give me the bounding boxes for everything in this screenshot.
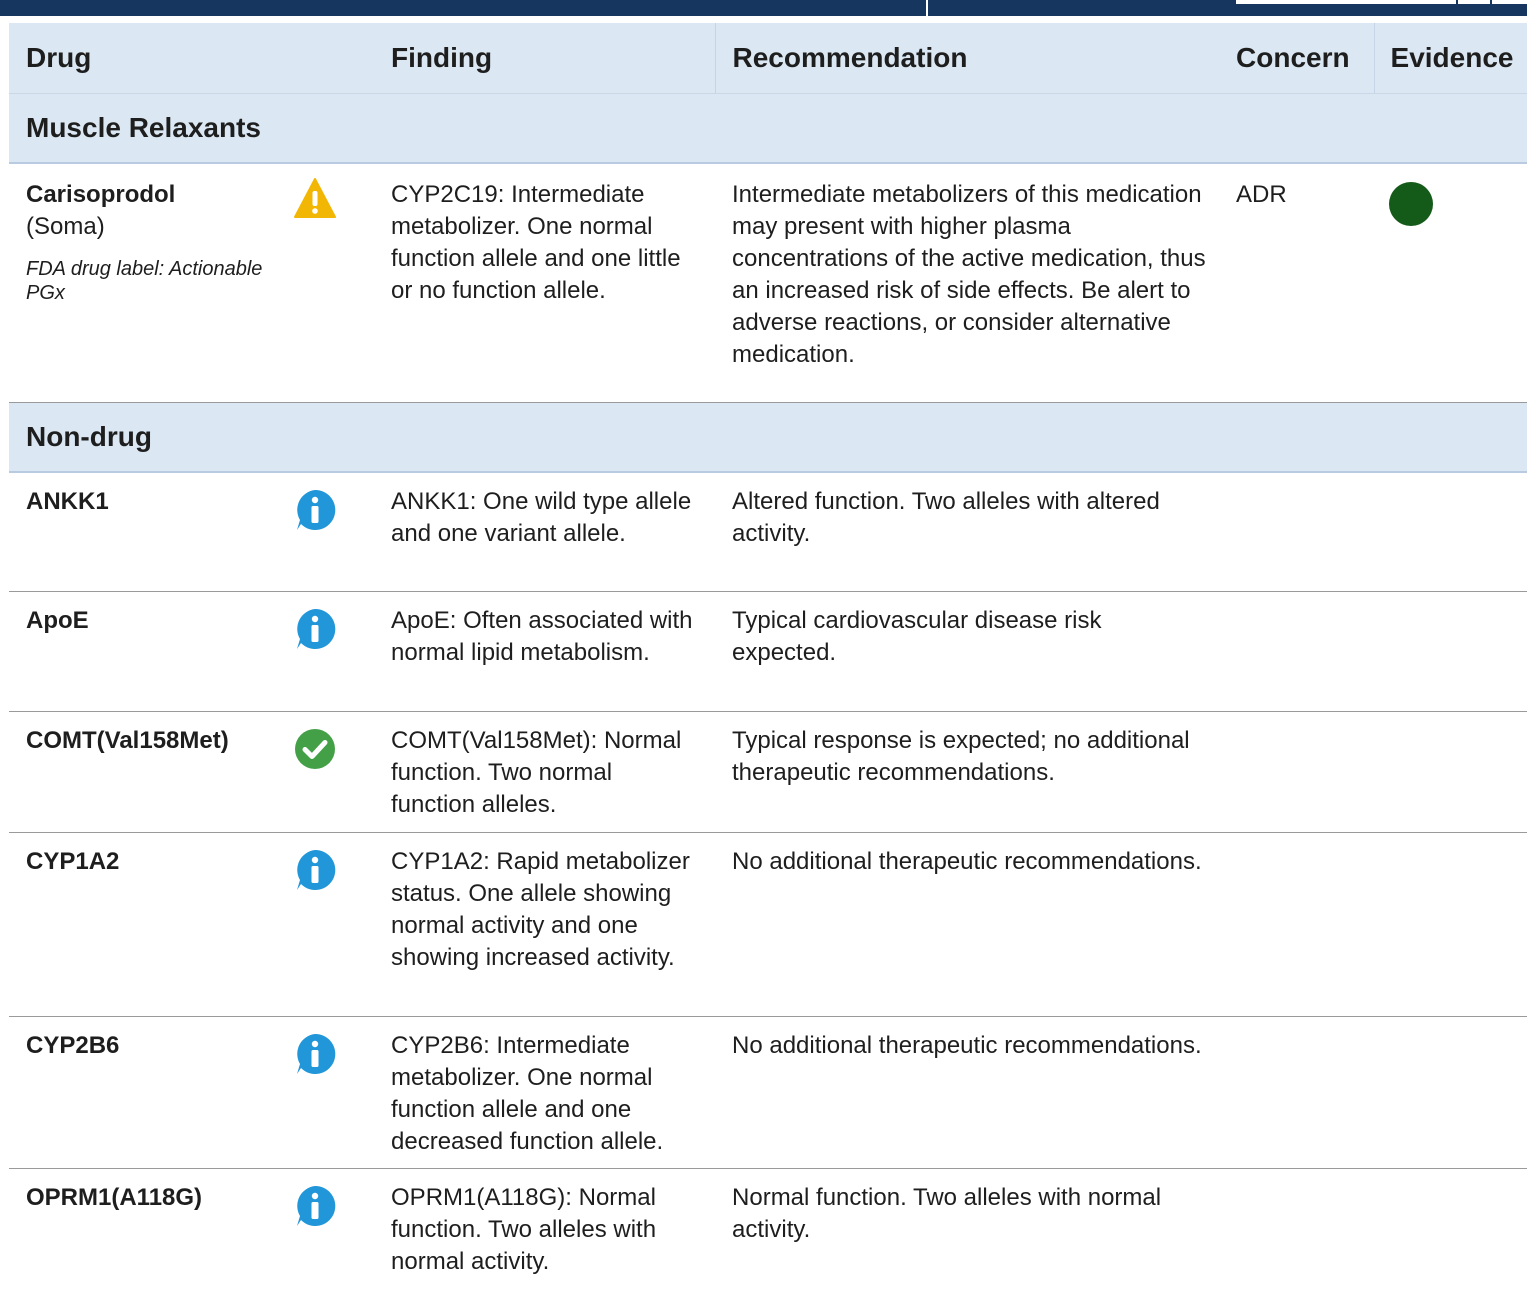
section-title: Non-drug <box>9 402 1527 473</box>
header-recommendation: Recommendation <box>714 23 1223 94</box>
finding-cell: ApoE: Often associated with normal lipid… <box>374 591 716 712</box>
banner-tab-mark <box>1490 0 1492 5</box>
concern-cell: ADR <box>1222 163 1375 403</box>
icon-cell <box>288 832 375 1017</box>
finding-cell: CYP2C19: Intermediate metabolizer. One n… <box>374 163 716 403</box>
info-icon <box>297 1185 336 1226</box>
icon-cell <box>288 471 375 592</box>
recommendation-cell: No additional therapeutic recommendation… <box>715 1016 1223 1169</box>
drug-cell: Carisoprodol (Soma) FDA drug label: Acti… <box>9 163 288 403</box>
banner-tab-mark <box>1456 0 1458 5</box>
recommendation-cell: Intermediate metabolizers of this medica… <box>715 163 1223 403</box>
table-row: CYP2B6 CYP2B6: Intermediate metabolizer.… <box>9 1016 1527 1169</box>
table-row: OPRM1(A118G) OPRM1(A118G): Normal functi… <box>9 1169 1527 1279</box>
concern-cell <box>1222 1016 1375 1169</box>
drug-name: CYP2B6 <box>9 1016 288 1169</box>
table-header-row: Drug Finding Recommendation Concern Evid… <box>9 23 1527 94</box>
concern-cell <box>1222 591 1375 712</box>
fda-label-note: FDA drug label: Actionable PGx <box>26 258 263 304</box>
header-evidence: Evidence <box>1373 23 1527 94</box>
recommendation-cell: No additional therapeutic recommendation… <box>715 832 1223 1017</box>
icon-cell <box>288 591 375 712</box>
pgx-results-table: Drug Finding Recommendation Concern Evid… <box>9 23 1527 1279</box>
header-concern: Concern <box>1222 23 1375 94</box>
finding-cell: ANKK1: One wild type allele and one vari… <box>374 471 716 592</box>
table-row: CYP1A2 CYP1A2: Rapid metabolizer status.… <box>9 832 1527 1017</box>
evidence-cell <box>1374 711 1527 833</box>
info-icon <box>297 608 336 649</box>
section-header-muscle-relaxants: Muscle Relaxants <box>9 93 1527 164</box>
info-icon <box>297 1033 336 1074</box>
recommendation-cell: Normal function. Two alleles with normal… <box>732 1184 1162 1243</box>
concern-cell <box>1222 471 1375 592</box>
recommendation-cell: Typical cardiovascular disease risk expe… <box>715 591 1223 712</box>
finding-cell: CYP1A2: Rapid metabolizer status. One al… <box>374 832 716 1017</box>
drug-brand: (Soma) <box>26 213 105 240</box>
recommendation-cell: Altered function. Two alleles with alter… <box>715 471 1223 592</box>
table-row: Carisoprodol (Soma) FDA drug label: Acti… <box>9 163 1527 403</box>
table-row: COMT(Val158Met) COMT(Val158Met): Normal … <box>9 711 1527 833</box>
concern-cell <box>1222 1169 1374 1279</box>
drug-name: COMT(Val158Met) <box>9 711 288 833</box>
table-row: ApoE ApoE: Often associated with normal … <box>9 591 1527 712</box>
concern-cell <box>1222 711 1375 833</box>
banner-tab <box>1236 0 1527 4</box>
icon-cell <box>288 163 375 403</box>
finding-cell: CYP2B6: Intermediate metabolizer. One no… <box>374 1016 716 1169</box>
evidence-strong-indicator <box>1389 182 1434 226</box>
evidence-cell <box>1374 163 1527 403</box>
section-header-non-drug: Non-drug <box>9 402 1527 473</box>
drug-name: ApoE <box>9 591 288 712</box>
header-finding: Finding <box>374 23 716 94</box>
finding-cell: OPRM1(A118G): Normal function. Two allel… <box>391 1184 657 1275</box>
finding-cell: COMT(Val158Met): Normal function. Two no… <box>374 711 716 833</box>
header-drug: Drug <box>9 23 375 94</box>
evidence-cell <box>1374 591 1527 712</box>
icon-cell <box>288 711 375 833</box>
evidence-cell <box>1374 832 1527 1017</box>
drug-name: CYP1A2 <box>9 832 288 1017</box>
table-row: ANKK1 ANKK1: One wild type allele and on… <box>9 471 1527 592</box>
warning-icon <box>294 178 336 218</box>
drug-name: OPRM1(A118G) <box>26 1184 203 1211</box>
info-icon <box>297 489 336 530</box>
icon-cell <box>288 1016 375 1169</box>
evidence-cell <box>1374 1169 1527 1279</box>
icon-cell <box>288 1169 374 1279</box>
evidence-cell <box>1374 471 1527 592</box>
check-icon <box>295 729 335 769</box>
info-icon <box>297 849 336 890</box>
section-title: Muscle Relaxants <box>9 93 1527 164</box>
drug-name: ANKK1 <box>9 471 288 592</box>
banner-divider <box>926 0 928 16</box>
evidence-cell <box>1374 1016 1527 1169</box>
drug-name: Carisoprodol <box>26 181 176 208</box>
concern-cell <box>1222 832 1375 1017</box>
recommendation-cell: Typical response is expected; no additio… <box>715 711 1223 833</box>
